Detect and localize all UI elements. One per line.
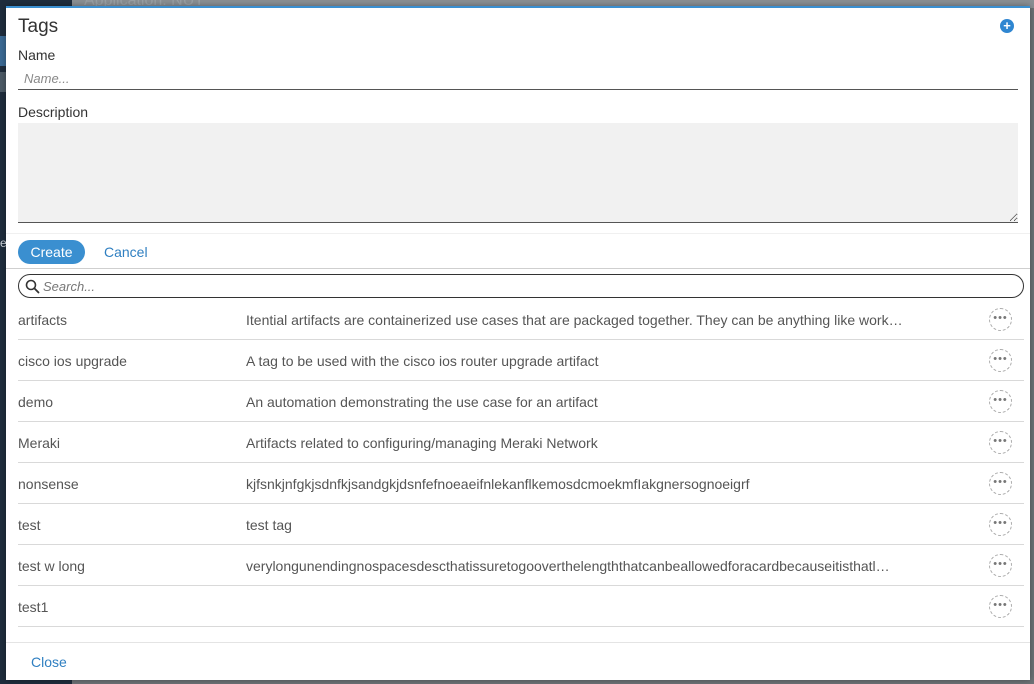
cancel-button[interactable]: Cancel (104, 244, 148, 260)
search-input[interactable] (43, 277, 1013, 295)
tag-description: Itential artifacts are containerized use… (246, 312, 903, 328)
more-options-button[interactable]: ••• (989, 554, 1012, 577)
tag-list: artifacts Itential artifacts are containe… (18, 299, 1024, 627)
more-options-button[interactable]: ••• (989, 472, 1012, 495)
tag-name[interactable]: test (18, 517, 41, 533)
add-tag-button[interactable]: + (1000, 19, 1014, 33)
tag-row[interactable]: artifacts Itential artifacts are containe… (18, 299, 1024, 340)
more-options-icon: ••• (993, 517, 1008, 529)
description-label: Description (18, 104, 89, 120)
more-options-icon: ••• (993, 476, 1008, 488)
tag-name[interactable]: nonsense (18, 476, 79, 492)
more-options-button[interactable]: ••• (989, 595, 1012, 618)
form-actions: Create Cancel (6, 233, 1030, 269)
more-options-button[interactable]: ••• (989, 431, 1012, 454)
name-input[interactable] (18, 68, 1018, 90)
modal-header: Tags + (6, 8, 1030, 44)
more-options-icon: ••• (993, 599, 1008, 611)
close-button[interactable]: Close (31, 654, 67, 670)
more-options-button[interactable]: ••• (989, 513, 1012, 536)
tag-row[interactable]: test w long verylongunendingnospacesdesct… (18, 545, 1024, 586)
tag-name[interactable]: test w long (18, 558, 85, 574)
more-options-button[interactable]: ••• (989, 349, 1012, 372)
name-label: Name (18, 47, 56, 63)
tag-name[interactable]: artifacts (18, 312, 67, 328)
search-icon (25, 279, 40, 294)
modal-footer: Close (6, 642, 1030, 680)
plus-circle-icon: + (1003, 18, 1011, 33)
more-options-button[interactable]: ••• (989, 390, 1012, 413)
more-options-icon: ••• (993, 435, 1008, 447)
more-options-icon: ••• (993, 558, 1008, 570)
tag-description: An automation demonstrating the use case… (246, 394, 598, 410)
tag-description: test tag (246, 517, 292, 533)
description-textarea[interactable] (18, 123, 1018, 223)
more-options-icon: ••• (993, 312, 1008, 324)
search-box[interactable] (18, 274, 1024, 298)
tag-row[interactable]: demo An automation demonstrating the use … (18, 381, 1024, 422)
modal-title: Tags (18, 16, 59, 37)
tag-row[interactable]: nonsense kjfsnkjnfgkjsdnfkjsandgkjdsnfefn… (18, 463, 1024, 504)
tag-row[interactable]: cisco ios upgrade A tag to be used with t… (18, 340, 1024, 381)
tag-name[interactable]: Meraki (18, 435, 60, 451)
create-button[interactable]: Create (18, 240, 85, 264)
more-options-icon: ••• (993, 394, 1008, 406)
tag-row[interactable]: test test tag ••• (18, 504, 1024, 545)
tag-row[interactable]: Meraki Artifacts related to configuring/m… (18, 422, 1024, 463)
tags-modal: Tags + Name Description Create Cancel ar… (6, 6, 1030, 680)
tag-description: Artifacts related to configuring/managin… (246, 435, 598, 451)
tag-description: kjfsnkjnfgkjsdnfkjsandgkjdsnfefnoeaeifnl… (246, 476, 750, 492)
more-options-icon: ••• (993, 353, 1008, 365)
more-options-button[interactable]: ••• (989, 308, 1012, 331)
tag-name[interactable]: test1 (18, 599, 48, 615)
tag-name[interactable]: cisco ios upgrade (18, 353, 127, 369)
tag-row[interactable]: test1 ••• (18, 586, 1024, 627)
tag-description: verylongunendingnospacesdescthatissureto… (246, 558, 890, 574)
tag-name[interactable]: demo (18, 394, 53, 410)
tag-description: A tag to be used with the cisco ios rout… (246, 353, 599, 369)
